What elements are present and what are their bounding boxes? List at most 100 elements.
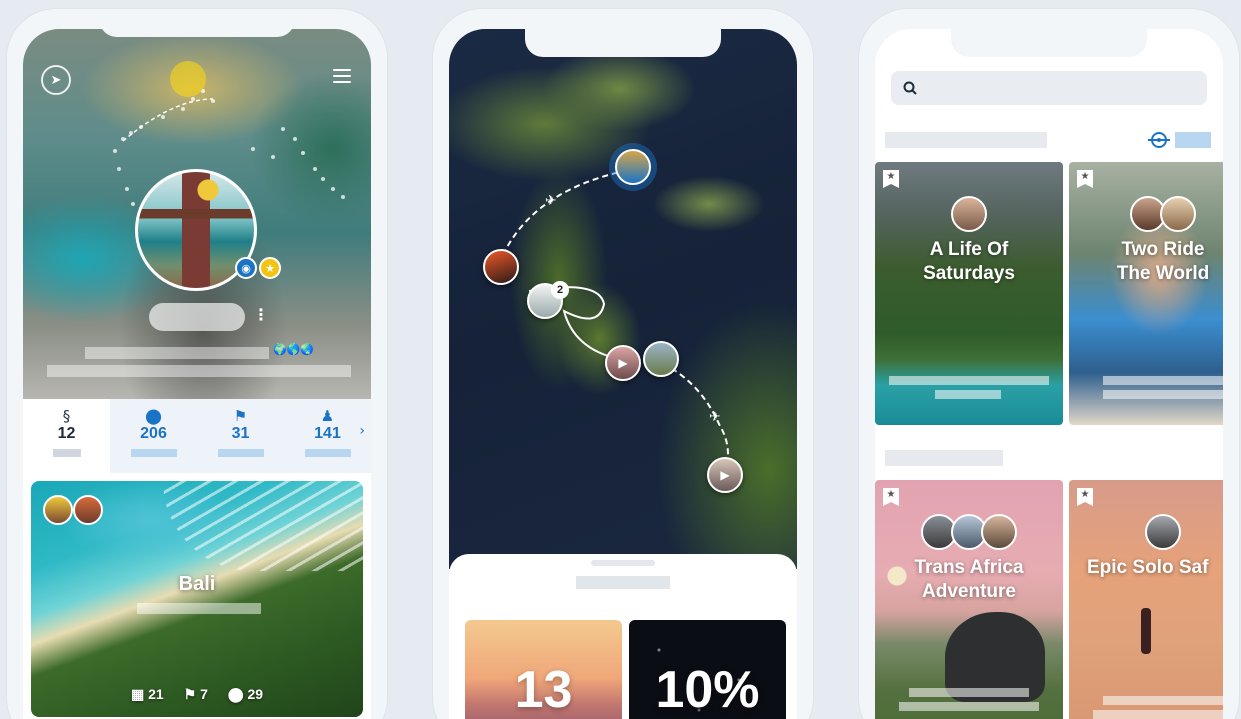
card-title: Two Ride The World: [1116, 239, 1210, 284]
card-footer-placeholder: [1103, 376, 1223, 385]
map-marker-current[interactable]: [615, 149, 651, 185]
trip-countries-value: 7: [200, 686, 208, 702]
card-avatars: [875, 514, 1063, 550]
profile-header: ➤ ◉ ★ ⋮ 🌍🌎🌏: [23, 29, 371, 399]
svg-text:✈: ✈: [545, 193, 557, 209]
chevron-right-icon[interactable]: ›: [359, 423, 365, 439]
stat-tile-value: 13: [514, 661, 573, 719]
card-title: A Life Of Saturdays: [923, 239, 1015, 284]
bookmark-icon[interactable]: ★: [1077, 170, 1093, 188]
stat-followers-value: 141: [314, 425, 341, 442]
card-footer-placeholder: [1093, 710, 1223, 719]
sheet-handle[interactable]: [591, 560, 655, 566]
card-image-waves: [163, 481, 363, 571]
map-marker-volcano[interactable]: [483, 249, 519, 285]
camera-icon[interactable]: ◉: [235, 257, 257, 279]
trip-card[interactable]: ★ Two Ride The World: [1069, 162, 1223, 425]
pin-icon: ⬤: [145, 407, 162, 425]
stat-countries-value: 31: [231, 425, 250, 442]
stat-label-placeholder: [217, 449, 264, 457]
card-footer-placeholder: [909, 688, 1029, 697]
trip-countries: ⚑ 7: [184, 686, 208, 703]
map-marker-video[interactable]: ▶: [707, 457, 743, 493]
stat-trips[interactable]: § 12: [23, 399, 110, 473]
card-title: Trans Africa Adventure: [914, 557, 1024, 602]
stat-tile[interactable]: 10%: [629, 620, 786, 719]
star-badge-icon: ★: [259, 257, 281, 279]
avatar: [73, 495, 103, 525]
stat-label-placeholder: [304, 449, 351, 457]
stat-followers[interactable]: ♟ 141: [284, 399, 371, 473]
card-avatars: [875, 196, 1063, 232]
trip-card[interactable]: ★ Epic Solo Saf: [1069, 480, 1223, 719]
profile-stats: § 12 ⬤ 206 ⚑ 31 ♟ 141 ›: [23, 399, 371, 473]
trip-meta: ▦ 21 ⚑ 7 ⬤ 29: [31, 686, 363, 703]
bottom-sheet[interactable]: 13 10%: [449, 554, 797, 719]
pin-icon: ⬤: [227, 686, 244, 702]
location-icon[interactable]: [1148, 132, 1170, 148]
profile-subtitle-placeholder: [85, 347, 269, 359]
trip-places: ⬤ 29: [228, 686, 263, 703]
map-screen: ✈ ✈ 2 ▶ ▶ 13 10%: [449, 29, 797, 719]
phone-notch: [951, 29, 1147, 57]
avatar: [1160, 196, 1196, 232]
route-lines: ✈ ✈: [498, 168, 729, 475]
phone-profile: ➤ ◉ ★ ⋮ 🌍🌎🌏 § 12 ⬤ 206 ⚑ 31 ♟ 141 › Bali…: [6, 8, 388, 719]
section-title-placeholder: [885, 450, 1003, 466]
card-image-person: [1141, 608, 1151, 654]
menu-icon[interactable]: [333, 69, 351, 83]
search-input[interactable]: [927, 80, 1187, 96]
people-icon: ♟: [320, 407, 335, 425]
card-title: Epic Solo Saf: [1087, 557, 1209, 578]
card-avatars: [1069, 196, 1223, 232]
stat-countries[interactable]: ⚑ 31: [197, 399, 284, 473]
card-footer-placeholder: [935, 390, 1001, 399]
calendar-icon: ▦: [130, 686, 145, 702]
trip-map[interactable]: ✈ ✈ 2 ▶ ▶: [449, 29, 797, 569]
bookmark-icon[interactable]: ★: [883, 170, 899, 188]
trip-card[interactable]: Bali ▦ 21 ⚑ 7 ⬤ 29: [31, 481, 363, 717]
avatar: [43, 495, 73, 525]
profile-name-placeholder: [149, 303, 245, 331]
cluster-count-badge: 2: [551, 281, 569, 299]
card-avatars: [1069, 514, 1223, 550]
avatar: [981, 514, 1017, 550]
navigate-icon[interactable]: ➤: [41, 65, 71, 95]
bookmark-icon[interactable]: ★: [1077, 488, 1093, 506]
map-marker-photo[interactable]: [643, 341, 679, 377]
avatar: [1145, 514, 1181, 550]
bookmark-icon[interactable]: ★: [883, 488, 899, 506]
search-icon: [903, 81, 917, 95]
trip-card[interactable]: ★ Trans Africa Adventure: [875, 480, 1063, 719]
card-footer-placeholder: [889, 376, 1049, 385]
stat-trips-value: 12: [57, 425, 76, 442]
emoji-flags-icon: 🌍🌎🌏: [273, 343, 315, 356]
profile-screen: ➤ ◉ ★ ⋮ 🌍🌎🌏 § 12 ⬤ 206 ⚑ 31 ♟ 141 › Bali…: [23, 29, 371, 719]
more-options-icon[interactable]: ⋮: [253, 305, 269, 324]
stat-places[interactable]: ⬤ 206: [110, 399, 197, 473]
avatar: [951, 196, 987, 232]
stat-label-placeholder: [52, 449, 81, 457]
stat-label-placeholder: [130, 449, 177, 457]
phone-notch: [525, 29, 721, 57]
card-footer-placeholder: [899, 702, 1039, 711]
search-bar[interactable]: [891, 71, 1207, 105]
stat-places-value: 206: [140, 425, 167, 442]
trip-title: Bali: [178, 573, 216, 595]
stat-tile-value: 10%: [655, 661, 760, 719]
profile-bio-placeholder: [47, 365, 351, 377]
trip-places-value: 29: [247, 686, 264, 702]
card-footer-placeholder: [1103, 390, 1223, 399]
phone-notch: [99, 9, 295, 37]
phone-map: ✈ ✈ 2 ▶ ▶ 13 10%: [432, 8, 814, 719]
stat-tile[interactable]: 13: [465, 620, 622, 719]
flag-icon: ⚑: [183, 686, 197, 702]
route-icon: §: [62, 407, 71, 425]
sheet-title-placeholder: [576, 576, 670, 589]
trip-card[interactable]: ★ A Life Of Saturdays: [875, 162, 1063, 425]
location-label-placeholder[interactable]: [1175, 132, 1211, 148]
explore-screen: ★ A Life Of Saturdays ★ Two Ride The Wor…: [875, 29, 1223, 719]
flag-icon: ⚑: [233, 407, 248, 425]
map-marker-video[interactable]: ▶: [605, 345, 641, 381]
card-footer-placeholder: [1103, 696, 1223, 705]
